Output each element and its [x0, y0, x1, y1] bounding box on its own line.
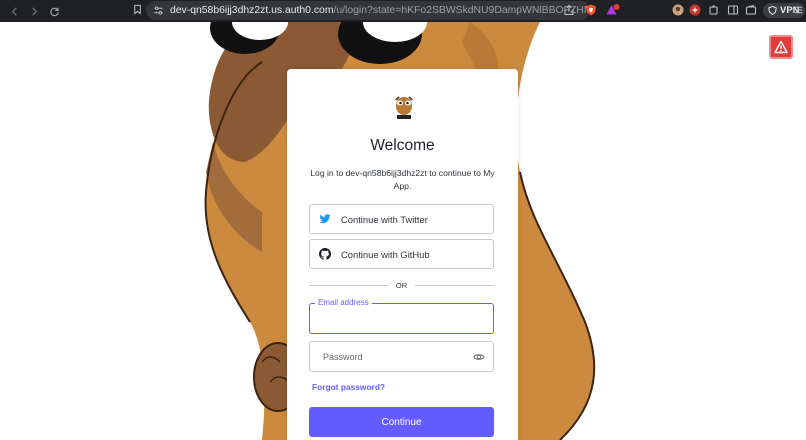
- password-placeholder: Password: [323, 351, 363, 362]
- back-icon: [11, 6, 17, 16]
- continue-with-twitter-button[interactable]: Continue with Twitter: [309, 204, 494, 234]
- avatar-icon[interactable]: [672, 4, 684, 16]
- password-field[interactable]: Password: [309, 341, 494, 372]
- login-description: Log in to dev-qn58b6ijj3dhz2zt to contin…: [310, 168, 495, 191]
- bookmark-icon[interactable]: [132, 4, 143, 15]
- twitter-icon: [319, 214, 331, 224]
- share-icon[interactable]: [563, 4, 575, 16]
- wallet-icon[interactable]: [745, 4, 757, 16]
- welcome-heading: Welcome: [370, 137, 435, 154]
- browser-toolbar: dev-qn58b6ijj3dhz2zt.us.auth0.com/u/logi…: [0, 0, 806, 22]
- url-path: /u/login?state=hKFo2SBWSkdNU9DampWNlBBOF…: [333, 5, 590, 16]
- email-field-label: Email address: [315, 298, 372, 307]
- login-card: Welcome Log in to dev-qn58b6ijj3dhz2zt t…: [287, 69, 518, 440]
- back-button[interactable]: [5, 2, 23, 20]
- forward-icon: [31, 6, 37, 16]
- url-host: dev-qn58b6ijj3dhz2zt.us.auth0.com: [170, 5, 334, 16]
- forward-button[interactable]: [25, 2, 43, 20]
- eye-icon[interactable]: [473, 351, 485, 363]
- continue-with-github-button[interactable]: Continue with GitHub: [309, 239, 494, 269]
- divider-line: [309, 284, 388, 286]
- site-settings-icon[interactable]: [153, 5, 164, 16]
- divider-line: [415, 284, 494, 286]
- continue-button[interactable]: Continue: [309, 407, 494, 437]
- or-divider: OR: [309, 279, 494, 291]
- email-field[interactable]: Email address: [309, 298, 494, 334]
- brave-rewards-icon[interactable]: [606, 4, 620, 16]
- sidebar-icon[interactable]: [727, 4, 739, 16]
- reload-button[interactable]: [45, 2, 63, 20]
- reload-icon: [49, 7, 59, 16]
- url-text: dev-qn58b6ijj3dhz2zt.us.auth0.com/u/logi…: [170, 5, 590, 16]
- app-logo: [395, 96, 413, 119]
- github-button-label: Continue with GitHub: [341, 248, 430, 260]
- vpn-shield-icon: [768, 6, 777, 15]
- menu-icon[interactable]: [793, 4, 804, 16]
- github-icon: [319, 248, 331, 260]
- twitter-button-label: Continue with Twitter: [341, 213, 428, 225]
- login-page: Welcome Log in to dev-qn58b6ijj3dhz2zt t…: [0, 22, 806, 440]
- or-label: OR: [395, 280, 408, 290]
- brave-shield-icon[interactable]: [585, 4, 597, 16]
- address-bar[interactable]: dev-qn58b6ijj3dhz2zt.us.auth0.com/u/logi…: [146, 1, 590, 20]
- extension-icon[interactable]: [689, 4, 701, 16]
- warning-icon: [774, 40, 788, 54]
- extensions-puzzle-icon[interactable]: [708, 4, 720, 16]
- forgot-password-link[interactable]: Forgot password?: [312, 382, 385, 392]
- warning-button[interactable]: [769, 35, 793, 59]
